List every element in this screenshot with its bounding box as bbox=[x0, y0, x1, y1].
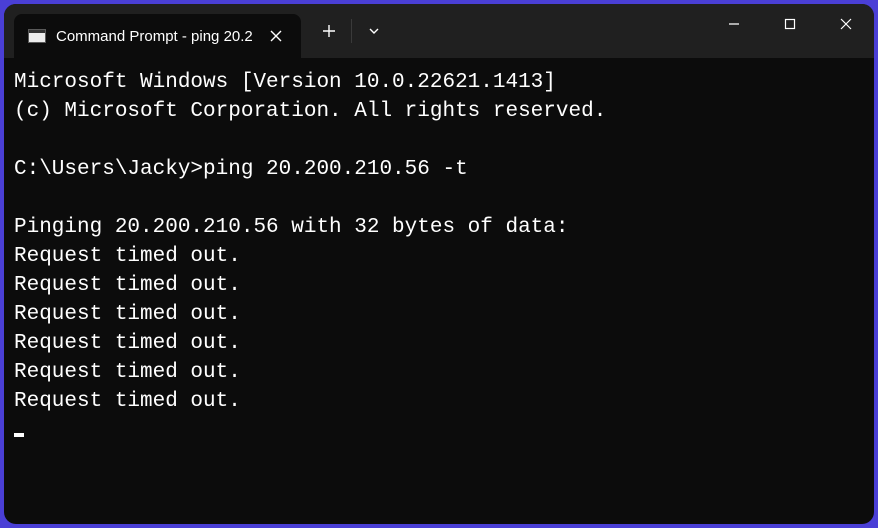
close-button[interactable] bbox=[818, 4, 874, 44]
terminal-line: Request timed out. bbox=[14, 274, 241, 297]
terminal-line: Request timed out. bbox=[14, 390, 241, 413]
terminal-line: Microsoft Windows [Version 10.0.22621.14… bbox=[14, 71, 556, 94]
tab-title: Command Prompt - ping 20.2 bbox=[56, 28, 253, 45]
terminal-line: (c) Microsoft Corporation. All rights re… bbox=[14, 100, 606, 123]
terminal-line: C:\Users\Jacky>ping 20.200.210.56 -t bbox=[14, 158, 468, 181]
terminal-output[interactable]: Microsoft Windows [Version 10.0.22621.14… bbox=[4, 58, 874, 524]
terminal-line: Request timed out. bbox=[14, 361, 241, 384]
terminal-line: Request timed out. bbox=[14, 303, 241, 326]
terminal-window: Command Prompt - ping 20.2 bbox=[4, 4, 874, 524]
terminal-line: Request timed out. bbox=[14, 245, 241, 268]
terminal-line: Pinging 20.200.210.56 with 32 bytes of d… bbox=[14, 216, 569, 239]
tab-active[interactable]: Command Prompt - ping 20.2 bbox=[14, 14, 301, 58]
tab-close-button[interactable] bbox=[263, 23, 289, 49]
chevron-down-icon bbox=[367, 24, 381, 38]
window-controls bbox=[706, 4, 874, 44]
close-icon bbox=[839, 17, 853, 31]
close-icon bbox=[270, 30, 282, 42]
tab-dropdown-button[interactable] bbox=[352, 11, 396, 51]
terminal-line: Request timed out. bbox=[14, 332, 241, 355]
tabbar-buttons bbox=[307, 4, 396, 58]
maximize-icon bbox=[783, 17, 797, 31]
minimize-icon bbox=[727, 17, 741, 31]
minimize-button[interactable] bbox=[706, 4, 762, 44]
cmd-icon bbox=[28, 29, 46, 43]
new-tab-button[interactable] bbox=[307, 11, 351, 51]
maximize-button[interactable] bbox=[762, 4, 818, 44]
plus-icon bbox=[322, 24, 336, 38]
cursor bbox=[14, 433, 24, 437]
titlebar: Command Prompt - ping 20.2 bbox=[4, 4, 874, 58]
